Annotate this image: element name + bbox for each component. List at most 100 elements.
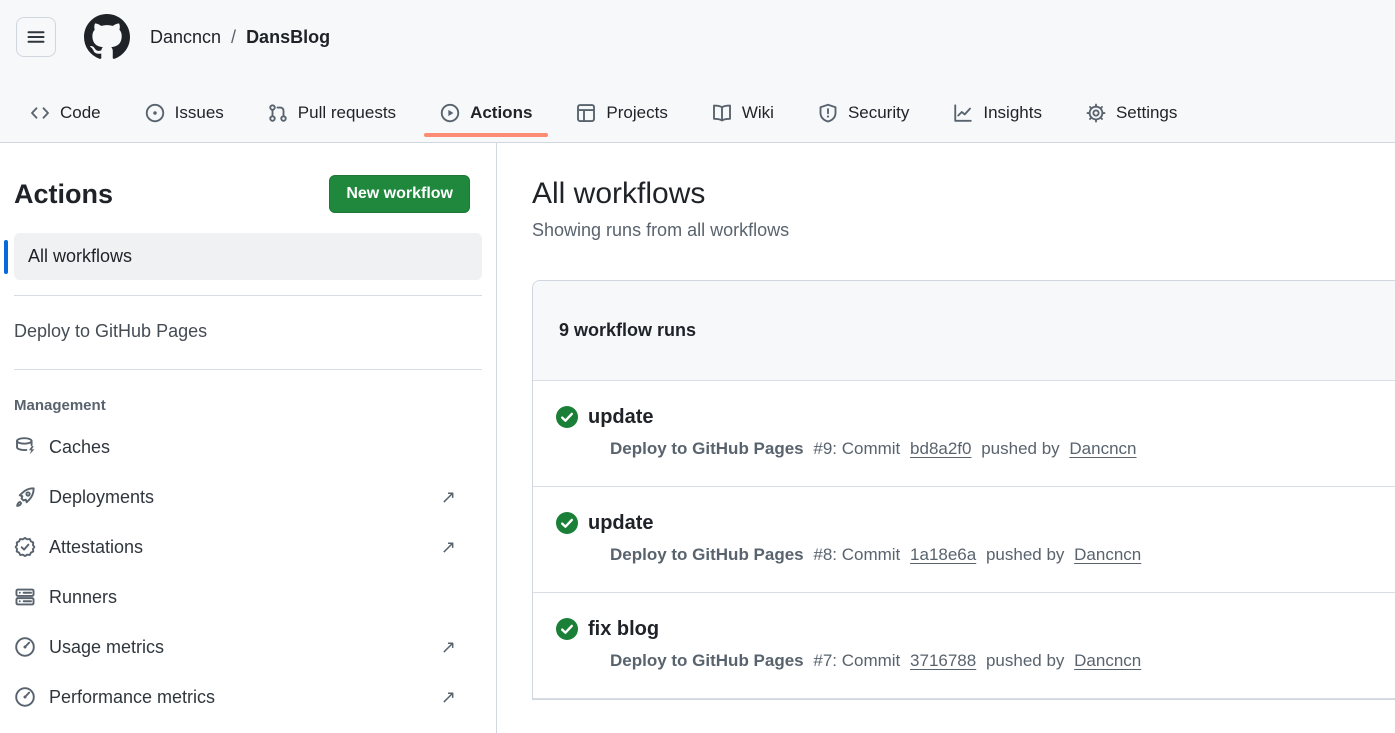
sidebar-title: Actions [14,179,113,210]
check-circle-success-icon [555,617,579,641]
tab-wiki[interactable]: Wiki [712,95,774,131]
gear-icon [1086,103,1106,123]
run-number-text: #9: Commit [813,439,900,458]
sidebar-item-attestations[interactable]: Attestations ↗ [0,522,496,572]
run-number-text: #8: Commit [813,545,900,564]
external-link-icon: ↗ [441,687,456,708]
run-pushed-text: pushed by [986,545,1064,564]
tab-issues[interactable]: Issues [145,95,224,131]
sidebar-item-label: Usage metrics [49,637,164,658]
sidebar-header: Actions New workflow [0,175,496,213]
tab-label: Code [60,103,101,123]
sidebar-item-all-workflows[interactable]: All workflows [14,233,482,280]
git-pull-request-icon [268,103,288,123]
tab-actions[interactable]: Actions [440,95,532,131]
workflow-run-row[interactable]: update Deploy to GitHub Pages #8: Commit… [533,486,1395,592]
sidebar-item-runners[interactable]: Runners [0,572,496,622]
breadcrumb-owner[interactable]: Dancncn [150,27,221,48]
tab-label: Wiki [742,103,774,123]
management-section-title: Management [0,385,496,422]
external-link-icon: ↗ [441,487,456,508]
sidebar-item-all-workflows-wrap: All workflows [14,233,482,280]
breadcrumb: Dancncn / DansBlog [150,27,330,48]
tab-label: Issues [175,103,224,123]
run-number-text: #7: Commit [813,651,900,670]
new-workflow-button[interactable]: New workflow [329,175,470,213]
page-subtitle: Showing runs from all workflows [532,220,1395,241]
run-title-link[interactable]: update [588,406,654,429]
shield-exclamation-icon [818,103,838,123]
sidebar-item-label: Attestations [49,537,143,558]
run-details: Deploy to GitHub Pages #7: Commit 371678… [610,651,1395,671]
run-workflow-link[interactable]: Deploy to GitHub Pages [610,439,804,458]
rocket-icon [14,486,36,508]
header-top-row: Dancncn / DansBlog [0,0,1395,60]
github-actions-page: Dancncn / DansBlog Code [0,0,1395,733]
run-details: Deploy to GitHub Pages #9: Commit bd8a2f… [610,439,1395,459]
tab-settings[interactable]: Settings [1086,95,1177,131]
divider [14,369,482,370]
run-commit-link[interactable]: 3716788 [910,651,976,670]
tab-label: Insights [983,103,1042,123]
run-workflow-link[interactable]: Deploy to GitHub Pages [610,651,804,670]
sidebar-item-label: Caches [49,437,110,458]
sidebar-item-performance-metrics[interactable]: Performance metrics ↗ [0,672,496,722]
page-body: Actions New workflow All workflows Deplo… [0,143,1395,733]
sidebar-item-caches[interactable]: Caches [0,422,496,472]
cache-icon [14,436,36,458]
issue-opened-icon [145,103,165,123]
runs-count-label: 9 workflow runs [559,320,696,341]
check-circle-success-icon [555,511,579,535]
sidebar-item-label: Deployments [49,487,154,508]
sidebar-item-deployments[interactable]: Deployments ↗ [0,472,496,522]
github-logo[interactable] [84,14,130,60]
tab-security[interactable]: Security [818,95,909,131]
tab-label: Settings [1116,103,1177,123]
actions-sidebar: Actions New workflow All workflows Deplo… [0,143,497,733]
tab-label: Actions [470,103,532,123]
run-commit-link[interactable]: 1a18e6a [910,545,976,564]
sidebar-item-label: Performance metrics [49,687,215,708]
meter-icon [14,686,36,708]
sidebar-item-label: Runners [49,587,117,608]
tab-insights[interactable]: Insights [953,95,1042,131]
breadcrumb-separator: / [231,27,236,48]
server-icon [14,586,36,608]
external-link-icon: ↗ [441,537,456,558]
external-link-icon: ↗ [441,637,456,658]
check-circle-success-icon [555,405,579,429]
sidebar-item-usage-metrics[interactable]: Usage metrics ↗ [0,622,496,672]
run-actor-link[interactable]: Dancncn [1074,651,1141,670]
run-pushed-text: pushed by [981,439,1059,458]
workflow-runs-box: 9 workflow runs update Deploy to GitHub … [532,280,1395,700]
divider [14,295,482,296]
run-actor-link[interactable]: Dancncn [1074,545,1141,564]
workflow-runs-main: All workflows Showing runs from all work… [497,143,1395,733]
run-pushed-text: pushed by [986,651,1064,670]
code-icon [30,103,50,123]
breadcrumb-repo[interactable]: DansBlog [246,27,330,48]
runs-count-header: 9 workflow runs [533,281,1395,381]
active-item-indicator [4,240,8,274]
table-icon [576,103,596,123]
page-title: All workflows [532,177,1395,211]
run-title-link[interactable]: update [588,512,654,535]
repo-header: Dancncn / DansBlog Code [0,0,1395,143]
global-nav-menu-button[interactable] [16,17,56,57]
hamburger-icon [26,27,46,47]
sidebar-item-workflow-deploy[interactable]: Deploy to GitHub Pages [0,311,496,354]
run-details: Deploy to GitHub Pages #8: Commit 1a18e6… [610,545,1395,565]
workflow-run-row[interactable]: update Deploy to GitHub Pages #9: Commit… [533,381,1395,486]
tab-code[interactable]: Code [30,95,101,131]
tab-pull-requests[interactable]: Pull requests [268,95,396,131]
tab-label: Pull requests [298,103,396,123]
run-title-link[interactable]: fix blog [588,618,659,641]
run-actor-link[interactable]: Dancncn [1069,439,1136,458]
tab-label: Security [848,103,909,123]
repo-tab-bar: Code Issues Pull requests [0,84,1395,142]
book-icon [712,103,732,123]
tab-projects[interactable]: Projects [576,95,667,131]
run-workflow-link[interactable]: Deploy to GitHub Pages [610,545,804,564]
workflow-run-row[interactable]: fix blog Deploy to GitHub Pages #7: Comm… [533,592,1395,699]
run-commit-link[interactable]: bd8a2f0 [910,439,971,458]
